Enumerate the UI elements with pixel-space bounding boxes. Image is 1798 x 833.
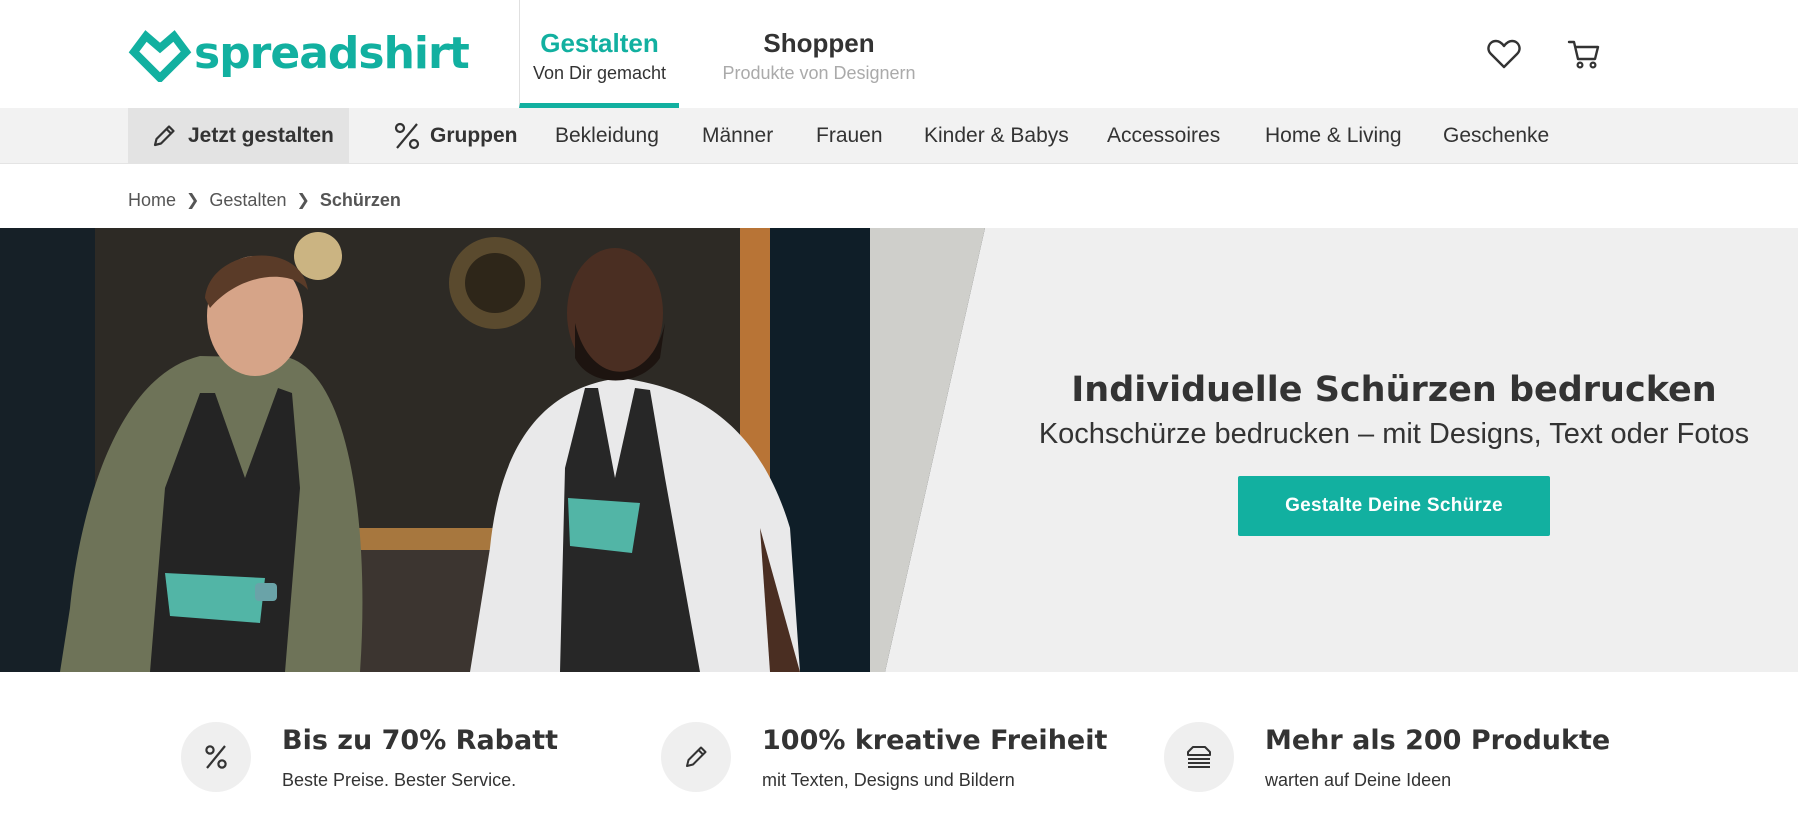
- tab-gestalten[interactable]: Gestalten Von Dir gemacht: [519, 0, 679, 108]
- heart-icon[interactable]: [1486, 36, 1522, 72]
- percent-icon: [394, 122, 420, 150]
- usp-subtitle: mit Texten, Designs und Bildern: [762, 770, 1015, 790]
- pencil-icon: [661, 722, 731, 792]
- chevron-right-icon: ❯: [186, 192, 200, 209]
- usp-subtitle: warten auf Deine Ideen: [1265, 770, 1452, 790]
- spreadshirt-logo[interactable]: spreadshirt: [128, 26, 470, 82]
- breadcrumb: Home ❯ Gestalten ❯ Schürzen: [128, 188, 401, 212]
- usp-subtitle: Beste Preise. Bester Service.: [282, 770, 517, 790]
- hero-image: [0, 228, 985, 672]
- site-header: spreadshirt Gestalten Von Dir gemacht Sh…: [0, 0, 1798, 108]
- shirt-stack-icon: [1164, 722, 1234, 792]
- breadcrumb-home[interactable]: Home: [128, 190, 176, 211]
- hero-subtitle: Kochschürze bedrucken – mit Designs, Tex…: [1038, 418, 1750, 450]
- logo-text: spreadshirt: [194, 28, 470, 79]
- nav-item-maenner[interactable]: Männer: [702, 108, 773, 164]
- nav-gruppen-label: Gruppen: [430, 124, 518, 147]
- usp-creative-freedom: 100% kreative Freiheit mit Texten, Desig…: [661, 722, 1107, 794]
- tab-gestalten-title: Gestalten: [540, 28, 659, 58]
- hero-banner: Individuelle Schürzen bedrucken Kochschü…: [0, 228, 1798, 672]
- usp-title: Bis zu 70% Rabatt: [282, 725, 559, 756]
- logo-heart-icon: [128, 30, 192, 82]
- tab-shoppen-title: Shoppen: [763, 28, 875, 58]
- nav-item-accessoires[interactable]: Accessoires: [1107, 108, 1220, 164]
- breadcrumb-current: Schürzen: [319, 189, 401, 210]
- nav-item-kinder-babys[interactable]: Kinder & Babys: [924, 108, 1069, 164]
- usp-products: Mehr als 200 Produkte warten auf Deine I…: [1164, 722, 1610, 794]
- nav-gruppen[interactable]: Gruppen: [392, 108, 518, 164]
- tab-gestalten-subtitle: Von Dir gemacht: [532, 63, 667, 83]
- nav-item-geschenke[interactable]: Geschenke: [1443, 108, 1549, 164]
- chevron-right-icon: ❯: [296, 192, 310, 209]
- nav-item-bekleidung[interactable]: Bekleidung: [555, 108, 659, 164]
- category-nav: Jetzt gestalten Gruppen Bekleidung Männe…: [0, 108, 1798, 164]
- hero-cta-button[interactable]: Gestalte Deine Schürze: [1238, 476, 1550, 536]
- hero-title: Individuelle Schürzen bedrucken: [1071, 370, 1717, 410]
- nav-item-frauen[interactable]: Frauen: [816, 108, 883, 164]
- usp-title: 100% kreative Freiheit: [762, 725, 1108, 756]
- usp-discount: Bis zu 70% Rabatt Beste Preise. Bester S…: [181, 722, 558, 794]
- tab-shoppen-subtitle: Produkte von Designern: [722, 63, 916, 83]
- usp-title: Mehr als 200 Produkte: [1265, 725, 1611, 756]
- tab-shoppen[interactable]: Shoppen Produkte von Designern: [712, 0, 926, 108]
- nav-jetzt-gestalten-label: Jetzt gestalten: [188, 124, 334, 147]
- pencil-icon: [153, 125, 175, 147]
- percent-icon: [181, 722, 251, 792]
- nav-item-home-living[interactable]: Home & Living: [1265, 108, 1402, 164]
- breadcrumb-gestalten[interactable]: Gestalten: [209, 190, 286, 211]
- cart-icon[interactable]: [1566, 36, 1602, 72]
- nav-jetzt-gestalten[interactable]: Jetzt gestalten: [128, 108, 349, 164]
- hero-content: Individuelle Schürzen bedrucken Kochschü…: [990, 368, 1798, 536]
